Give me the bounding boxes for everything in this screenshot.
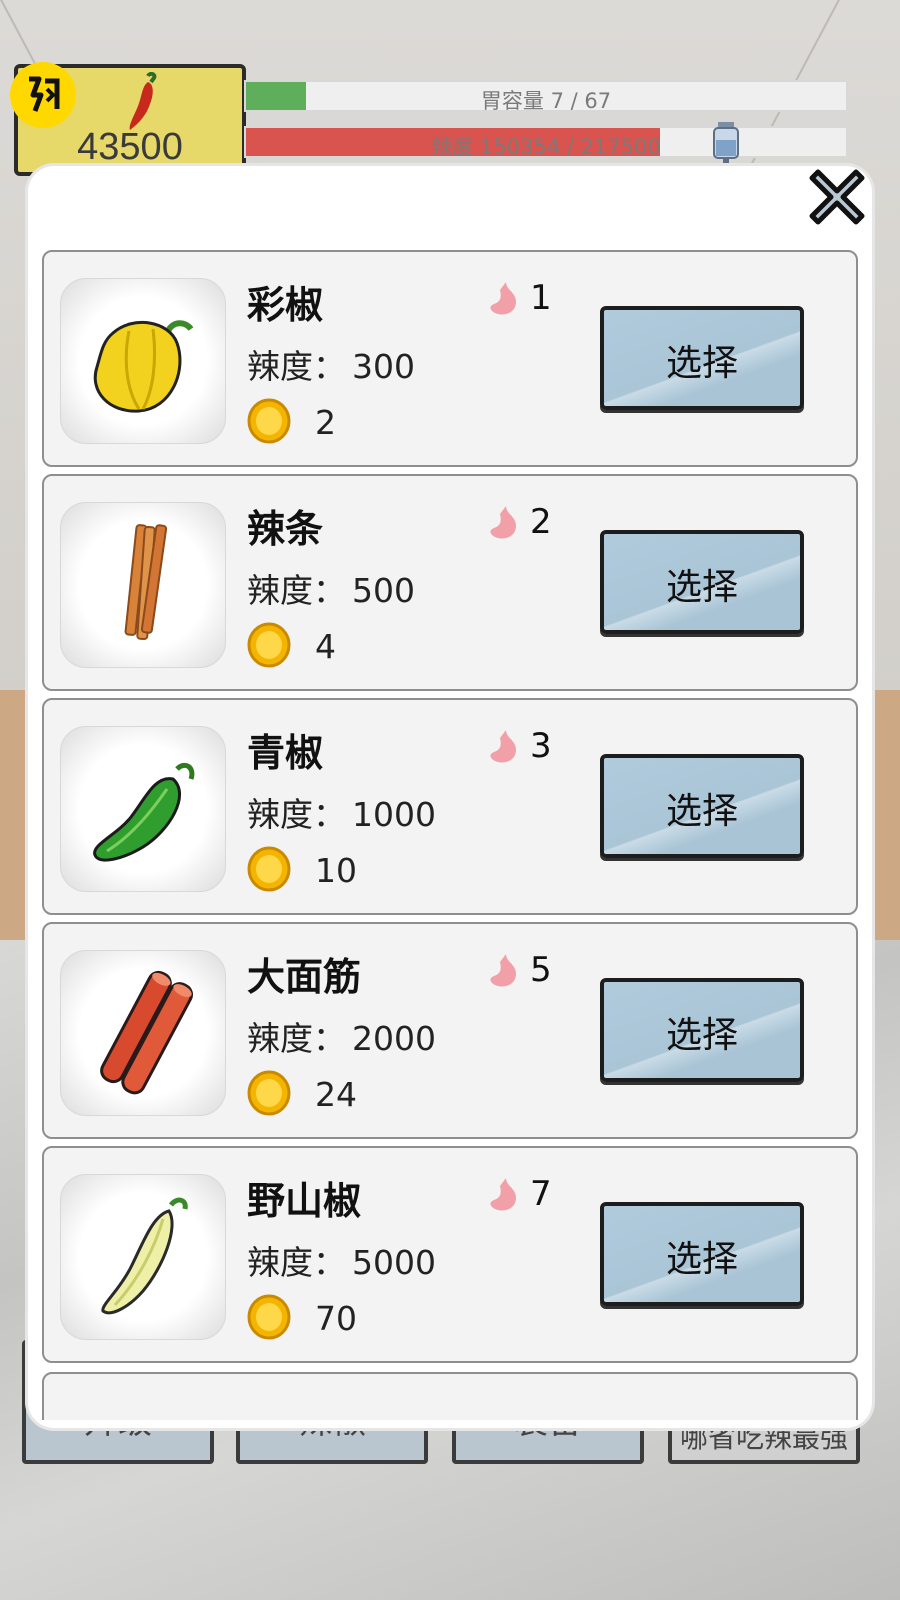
item-name: 青椒 (247, 731, 324, 775)
list-item-partial (42, 1372, 858, 1420)
select-button[interactable]: 选择 (600, 978, 804, 1082)
stomach-capacity-bar: 胃容量 7 / 67 (244, 80, 848, 113)
coin-icon (247, 398, 291, 444)
price-value: 4 (315, 627, 336, 666)
spice-bar-label: 辣度 150354 / 217500 (431, 135, 661, 159)
price-value: 70 (315, 1299, 357, 1338)
stomach-cost: 2 (530, 502, 552, 542)
item-thumbnail (60, 950, 226, 1116)
spice-label: 辣度： (247, 795, 346, 834)
select-button-label: 选择 (665, 567, 738, 608)
spice-value: 1000 (352, 795, 436, 834)
item-name: 辣条 (247, 507, 324, 551)
spice-info: 辣度： 500 (247, 564, 415, 612)
stomach-icon (490, 1178, 516, 1211)
spice-info: 辣度： 1000 (247, 788, 436, 836)
stomach-icon (490, 730, 516, 763)
spice-info: 辣度： 5000 (247, 1236, 436, 1284)
item-thumbnail (60, 278, 226, 444)
coin-icon (247, 1294, 291, 1340)
spicy-strip-icon (124, 524, 168, 641)
item-name: 彩椒 (247, 283, 324, 327)
iv-drip-icon (713, 122, 739, 164)
list-item: 野山椒 辣度： 5000 70 7 选择 (42, 1146, 858, 1363)
close-icon[interactable] (800, 160, 874, 234)
spice-label: 辣度： (247, 1019, 346, 1058)
stomach-icon (490, 506, 516, 539)
money-value: 43500 (77, 126, 183, 168)
stomach-cost: 5 (530, 950, 552, 990)
select-button-label: 选择 (665, 343, 738, 384)
spice-info: 辣度： 2000 (247, 1012, 436, 1060)
item-name: 大面筋 (247, 955, 362, 999)
item-thumbnail (60, 1174, 226, 1340)
spice-info: 辣度： 300 (247, 340, 415, 388)
select-button[interactable]: 选择 (600, 530, 804, 634)
wild-pepper-icon (101, 1197, 188, 1315)
price-value: 2 (315, 403, 336, 442)
stomach-cost: 1 (530, 278, 552, 318)
spice-label: 辣度： (247, 1243, 346, 1282)
list-item: 大面筋 辣度： 2000 24 5 选择 (42, 922, 858, 1139)
spice-label: 辣度： (247, 347, 346, 386)
stomach-icon (490, 954, 516, 987)
stomach-icon (490, 282, 516, 315)
coin-icon (247, 1070, 291, 1116)
select-button[interactable]: 选择 (600, 754, 804, 858)
spice-value: 5000 (352, 1243, 436, 1282)
flash-icon[interactable] (10, 62, 76, 128)
spice-value: 500 (352, 571, 415, 610)
gluten-stick-icon (100, 970, 194, 1095)
price-value: 10 (315, 851, 357, 890)
list-item: 青椒 辣度： 1000 10 3 选择 (42, 698, 858, 915)
item-thumbnail (60, 726, 226, 892)
spice-value: 300 (352, 347, 415, 386)
spice-label: 辣度： (247, 571, 346, 610)
coin-icon (247, 622, 291, 668)
price-value: 24 (315, 1075, 357, 1114)
chili-icon (129, 72, 157, 130)
select-button[interactable]: 选择 (600, 306, 804, 410)
stomach-cost: 7 (530, 1174, 552, 1214)
spice-value: 2000 (352, 1019, 436, 1058)
list-item: 彩椒 辣度： 300 2 1 选择 (42, 250, 858, 467)
select-button-label: 选择 (665, 1239, 738, 1280)
list-item: 辣条 辣度： 500 4 2 选择 (42, 474, 858, 691)
spice-level-bar: 辣度 150354 / 217500 (244, 126, 848, 159)
item-name: 野山椒 (247, 1179, 362, 1223)
select-button[interactable]: 选择 (600, 1202, 804, 1306)
coin-icon (247, 846, 291, 892)
pepper-list: 彩椒 辣度： 300 2 1 选择 辣条 辣度： 500 4 2 选择 青椒 辣… (42, 250, 858, 1420)
item-thumbnail (60, 502, 226, 668)
select-button-label: 选择 (665, 1015, 738, 1056)
select-button-label: 选择 (665, 791, 738, 832)
stomach-bar-label: 胃容量 7 / 67 (480, 89, 612, 113)
bell-pepper-icon (93, 320, 194, 413)
stomach-cost: 3 (530, 726, 552, 766)
green-pepper-icon (93, 762, 195, 862)
